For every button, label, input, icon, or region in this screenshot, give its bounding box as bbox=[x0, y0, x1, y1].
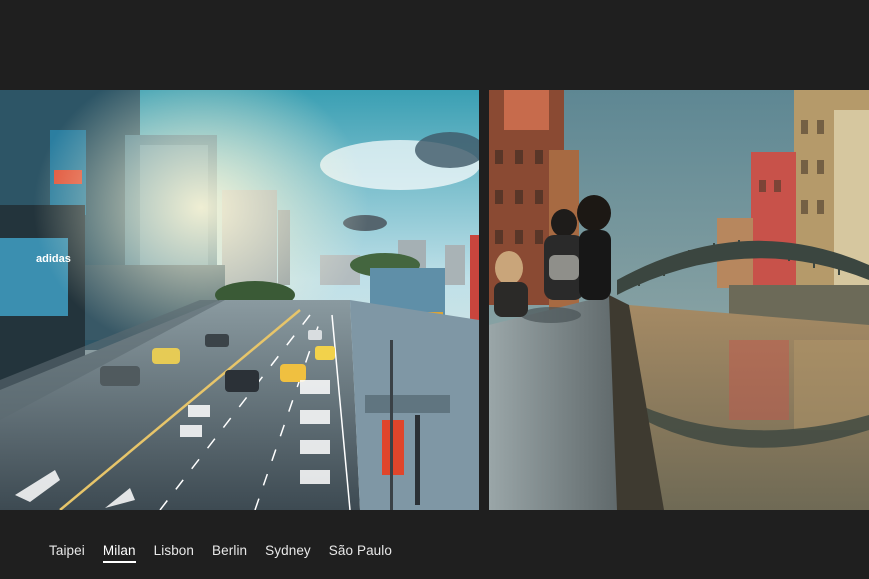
tab-milan[interactable]: Milan bbox=[102, 543, 136, 563]
photo-milan bbox=[489, 90, 869, 510]
tab-sydney[interactable]: Sydney bbox=[265, 543, 311, 563]
taipei-street-image: adidas bbox=[0, 90, 479, 510]
tab-lisbon[interactable]: Lisbon bbox=[154, 543, 194, 563]
city-tabs: Taipei Milan Lisbon Berlin Sydney São Pa… bbox=[49, 543, 392, 563]
photo-taipei: adidas bbox=[0, 90, 479, 510]
milan-canal-image bbox=[489, 90, 869, 510]
tab-sao-paulo[interactable]: São Paulo bbox=[329, 543, 392, 563]
tab-taipei[interactable]: Taipei bbox=[49, 543, 85, 563]
tab-berlin[interactable]: Berlin bbox=[212, 543, 247, 563]
